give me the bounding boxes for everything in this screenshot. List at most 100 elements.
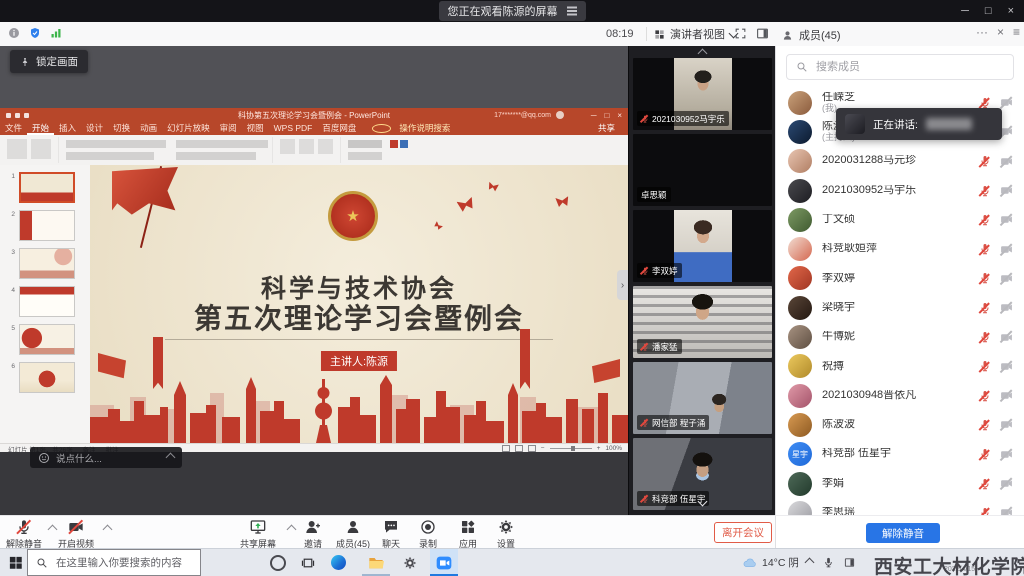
camera-off-icon[interactable] bbox=[1000, 272, 1013, 285]
mic-muted-icon[interactable] bbox=[979, 331, 991, 343]
member-row[interactable]: 星宇 科竞部 伍星宇 bbox=[776, 440, 1024, 469]
ppt-close-button[interactable]: × bbox=[617, 111, 622, 120]
video-tile[interactable]: 卓思颖 bbox=[633, 134, 772, 206]
member-row[interactable]: 丁文硕 bbox=[776, 205, 1024, 234]
mic-muted-icon[interactable] bbox=[979, 214, 991, 226]
ppt-minimize-button[interactable]: ─ bbox=[591, 111, 597, 120]
video-tile[interactable]: 网信部 程子涌 bbox=[633, 362, 772, 434]
camera-off-icon[interactable] bbox=[1000, 448, 1013, 461]
share-options-chevron-icon[interactable] bbox=[287, 525, 297, 535]
tray-mic-icon[interactable] bbox=[823, 557, 834, 568]
camera-off-icon[interactable] bbox=[1000, 389, 1013, 402]
ppt-tell-me[interactable]: 操作说明搜索 bbox=[367, 122, 460, 135]
maximize-button[interactable]: □ bbox=[985, 5, 992, 17]
shield-icon[interactable] bbox=[29, 27, 41, 39]
video-options-chevron-icon[interactable] bbox=[103, 525, 113, 535]
ppt-tab-animations[interactable]: 动画 bbox=[135, 122, 162, 135]
panel-collapse-handle[interactable]: › bbox=[617, 270, 628, 300]
ppt-tab-review[interactable]: 审阅 bbox=[215, 122, 242, 135]
file-explorer-icon[interactable] bbox=[362, 549, 390, 576]
ppt-maximize-button[interactable]: □ bbox=[604, 111, 609, 120]
mic-muted-icon[interactable] bbox=[979, 419, 991, 431]
mic-muted-icon[interactable] bbox=[979, 360, 991, 372]
mic-muted-icon[interactable] bbox=[979, 390, 991, 402]
view-mode-selector[interactable]: 演讲者视图 bbox=[654, 26, 737, 42]
unmute-button[interactable]: 解除静音 bbox=[866, 523, 940, 543]
ppt-tab-design[interactable]: 设计 bbox=[81, 122, 108, 135]
banner-menu-icon[interactable] bbox=[567, 10, 577, 12]
ppt-tab-file[interactable]: 文件 bbox=[0, 122, 27, 135]
member-row[interactable]: 2020031288马元珍 bbox=[776, 147, 1024, 176]
zoom-in-button[interactable]: + bbox=[597, 445, 601, 452]
mic-options-chevron-icon[interactable] bbox=[48, 525, 58, 535]
ppt-tab-transitions[interactable]: 切换 bbox=[108, 122, 135, 135]
start-video-control[interactable]: 开启视频 bbox=[58, 519, 94, 550]
close-button[interactable]: × bbox=[1008, 5, 1014, 17]
ppt-share-button[interactable]: 共享 bbox=[593, 122, 620, 135]
member-search[interactable] bbox=[786, 54, 1014, 80]
slide-thumbnail-4[interactable] bbox=[19, 286, 75, 317]
video-tile[interactable]: 2021030952马宇乐 bbox=[633, 58, 772, 130]
slide-thumbnail-3[interactable] bbox=[19, 248, 75, 279]
info-icon[interactable] bbox=[8, 27, 20, 39]
ppt-tab-slideshow[interactable]: 幻灯片放映 bbox=[162, 122, 215, 135]
chevron-up-icon[interactable] bbox=[166, 453, 176, 463]
invite-control[interactable]: 邀请 bbox=[304, 519, 322, 550]
video-tile[interactable]: 李双婷 bbox=[633, 210, 772, 282]
slide-thumbnail-2[interactable] bbox=[19, 210, 75, 241]
minimize-button[interactable]: ─ bbox=[961, 5, 969, 17]
taskbar-weather[interactable]: 14°C 阴 bbox=[742, 549, 799, 576]
camera-off-icon[interactable] bbox=[1000, 96, 1013, 109]
member-row[interactable]: 李娟 bbox=[776, 469, 1024, 498]
member-row[interactable]: 梁晓宇 bbox=[776, 293, 1024, 322]
ppt-ribbon[interactable] bbox=[0, 135, 628, 166]
reading-view-icon[interactable] bbox=[528, 445, 536, 452]
fullscreen-icon[interactable] bbox=[734, 27, 747, 40]
mic-muted-icon[interactable] bbox=[979, 272, 991, 284]
apps-control[interactable]: 应用 bbox=[459, 519, 477, 550]
video-tile[interactable]: 潘家猛 bbox=[633, 286, 772, 358]
member-row[interactable]: 李双婷 bbox=[776, 264, 1024, 293]
zoom-out-button[interactable]: − bbox=[541, 445, 545, 452]
member-row[interactable]: 2021030952马宇乐 bbox=[776, 176, 1024, 205]
mic-muted-icon[interactable] bbox=[979, 97, 991, 109]
taskbar-search-input[interactable] bbox=[54, 556, 200, 570]
scroll-up-chevron-icon[interactable] bbox=[698, 49, 708, 59]
danmaku-bar[interactable]: 说点什么... bbox=[30, 447, 182, 468]
member-row[interactable]: 2021030948晋依凡 bbox=[776, 381, 1024, 410]
more-button[interactable]: ··· bbox=[976, 25, 988, 39]
camera-off-icon[interactable] bbox=[1000, 213, 1013, 226]
settings-control[interactable]: 设置 bbox=[497, 519, 515, 550]
ppt-account[interactable]: 17*******@qq.com bbox=[494, 111, 564, 119]
pin-screen-button[interactable]: 锁定画面 bbox=[10, 50, 88, 73]
member-row[interactable]: 牛博妮 bbox=[776, 322, 1024, 351]
watching-banner[interactable]: 您正在观看陈源的屏幕 bbox=[439, 1, 586, 21]
windows-start-icon[interactable] bbox=[8, 555, 23, 570]
slide-thumbnail-6[interactable] bbox=[19, 362, 75, 393]
camera-off-icon[interactable] bbox=[1000, 506, 1013, 515]
zoom-slider[interactable] bbox=[550, 448, 592, 449]
camera-off-icon[interactable] bbox=[1000, 184, 1013, 197]
mic-muted-icon[interactable] bbox=[979, 185, 991, 197]
camera-off-icon[interactable] bbox=[1000, 331, 1013, 344]
ppt-tab-home[interactable]: 开始 bbox=[27, 122, 54, 135]
member-row[interactable]: 陈波波 bbox=[776, 410, 1024, 439]
camera-off-icon[interactable] bbox=[1000, 243, 1013, 256]
settings-app-icon[interactable] bbox=[396, 549, 424, 576]
task-view-icon[interactable] bbox=[294, 549, 322, 576]
cortana-icon[interactable] bbox=[264, 549, 292, 576]
slide-thumbnail-5[interactable] bbox=[19, 324, 75, 355]
chat-control[interactable]: 聊天 bbox=[382, 519, 400, 550]
ppt-tab-wps-pdf[interactable]: WPS PDF bbox=[269, 122, 318, 135]
camera-off-icon[interactable] bbox=[1000, 360, 1013, 373]
signal-icon[interactable] bbox=[50, 27, 62, 39]
member-row[interactable]: 李思瑶 bbox=[776, 498, 1024, 515]
edge-browser-icon[interactable] bbox=[324, 549, 352, 576]
camera-off-icon[interactable] bbox=[1000, 418, 1013, 431]
danmaku-placeholder[interactable]: 说点什么... bbox=[56, 451, 102, 465]
mic-muted-icon[interactable] bbox=[979, 478, 991, 490]
mic-muted-icon[interactable] bbox=[979, 302, 991, 314]
share-screen-control[interactable]: 共享屏幕 bbox=[240, 519, 276, 550]
tray-chevron-icon[interactable] bbox=[805, 558, 815, 568]
meeting-app-icon[interactable] bbox=[430, 549, 458, 576]
